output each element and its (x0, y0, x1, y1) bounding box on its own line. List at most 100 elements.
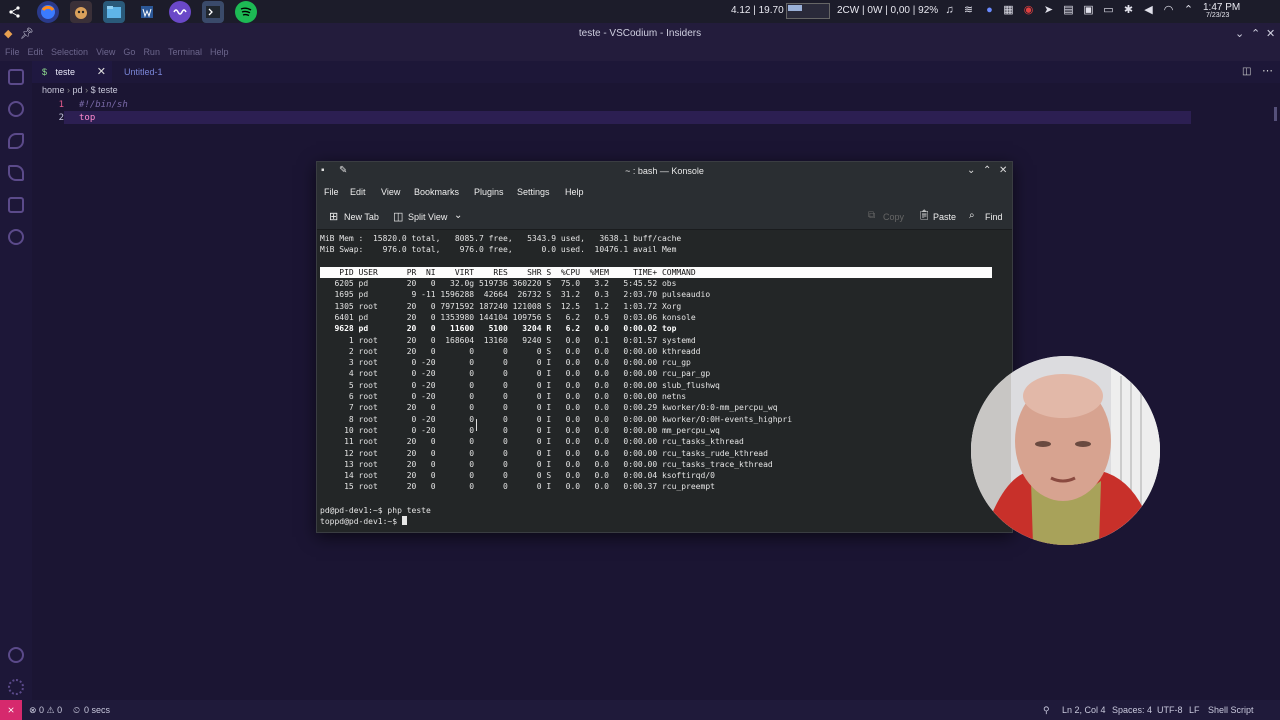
menu-help[interactable]: Help (210, 45, 229, 61)
code-line[interactable]: top (79, 113, 95, 123)
copy-button[interactable]: Copy (883, 212, 904, 222)
load-indicator: 4.12 | 19.70 (731, 5, 784, 16)
window-title: teste - VSCodium - Insiders (578, 28, 702, 39)
breadcrumb-pd[interactable]: pd (73, 85, 83, 95)
bell-icon[interactable]: ⚲ (1043, 705, 1050, 716)
close-icon[interactable]: ✕ (1266, 27, 1275, 40)
minimize-chevron-icon[interactable]: ⌄ (967, 165, 975, 176)
menu-run[interactable]: Run (143, 45, 160, 61)
settings-gear-icon[interactable] (8, 679, 24, 695)
process-row: 15 root 20 0 0 0 0 I 0.0 0.0 0:00.37 rcu… (320, 482, 715, 492)
firefox-icon[interactable] (37, 0, 59, 23)
tab-teste[interactable]: $ teste ✕ (32, 61, 112, 83)
bluetooth-icon[interactable]: ✱ (1122, 4, 1135, 17)
konsole-menu-edit[interactable]: Edit (350, 187, 366, 197)
source-control-icon[interactable] (8, 133, 24, 149)
explorer-icon[interactable] (8, 69, 24, 85)
search-icon: ⌕ (969, 210, 975, 221)
paste-button[interactable]: Paste (933, 212, 956, 222)
code-line[interactable]: #!/bin/sh (79, 100, 128, 110)
indentation[interactable]: Spaces: 4 (1112, 705, 1152, 715)
volume-icon[interactable]: ◀ (1142, 4, 1155, 17)
scrollbar[interactable] (1274, 107, 1277, 121)
line-number: 1 (58, 100, 64, 110)
clipboard-icon[interactable]: ▤ (1062, 4, 1075, 17)
paste-icon: 📋︎ (918, 210, 931, 221)
chevron-up-icon[interactable]: ⌃ (1182, 4, 1195, 17)
konsole-menu-view[interactable]: View (381, 187, 400, 197)
extensions-icon[interactable] (8, 197, 24, 213)
maximize-chevron-icon[interactable]: ⌃ (983, 165, 991, 176)
process-row: 12 root 20 0 0 0 0 I 0.0 0.0 0:00.00 rcu… (320, 448, 768, 458)
encoding[interactable]: UTF-8 (1157, 705, 1183, 715)
notification-bell-icon[interactable]: ♫ (943, 4, 956, 17)
swap-line: MiB Swap: 976.0 total, 976.0 free, 0.0 u… (320, 245, 677, 254)
split-editor-icon[interactable]: ◫ (1242, 66, 1251, 77)
audio-icon[interactable]: ≋ (962, 4, 975, 17)
process-row: 14 root 20 0 0 0 0 S 0.0 0.0 0:00.04 kso… (320, 471, 715, 481)
remote-explorer-icon[interactable] (8, 229, 24, 245)
tab-label: Untitled-1 (124, 67, 163, 77)
new-tab-button[interactable]: New Tab (344, 212, 379, 222)
process-row: 1 root 20 0 168604 13160 9240 S 0.0 0.1 … (320, 335, 696, 345)
breadcrumb-file[interactable]: $ teste (91, 85, 118, 95)
tab-label: teste (55, 67, 76, 77)
split-view-button[interactable]: Split View (408, 212, 447, 222)
menu-edit[interactable]: Edit (28, 45, 44, 61)
menu-view[interactable]: View (96, 45, 115, 61)
language-mode[interactable]: Shell Script (1208, 705, 1254, 715)
find-button[interactable]: Find (985, 212, 1003, 222)
menu-go[interactable]: Go (123, 45, 135, 61)
app-launcher-icon[interactable] (4, 1, 26, 23)
gimp-icon[interactable] (70, 0, 92, 23)
prompt-line-active[interactable]: toppd@pd-dev1:~$ (320, 516, 407, 527)
search-icon[interactable] (8, 101, 24, 117)
vscodium-titlebar: ◆ 📌︎ teste - VSCodium - Insiders ⌄ ⌃ ✕ (0, 23, 1280, 45)
konsole-window: ▪ ✎ ~ : bash — Konsole ⌄ ⌃ ✕ File Edit V… (316, 161, 1013, 533)
konsole-menu-file[interactable]: File (324, 187, 339, 197)
close-icon[interactable]: ✕ (999, 165, 1007, 176)
telegram-icon[interactable]: ➤ (1042, 4, 1055, 17)
konsole-menu-plugins[interactable]: Plugins (474, 187, 504, 197)
obs-icon[interactable]: ◉ (1022, 4, 1035, 17)
word-processor-icon[interactable] (136, 1, 158, 23)
file-manager-icon[interactable] (103, 0, 125, 23)
menu-file[interactable]: File (5, 45, 20, 61)
tab-untitled[interactable]: Untitled-1 (114, 61, 204, 83)
account-icon[interactable] (8, 647, 24, 663)
wifi-icon[interactable]: ◠ (1162, 4, 1175, 17)
person-face-icon (971, 356, 1160, 545)
konsole-menu-settings[interactable]: Settings (517, 187, 550, 197)
more-actions-icon[interactable]: ⋯ (1262, 64, 1273, 77)
process-table-header: PID USER PR NI VIRT RES SHR S %CPU %MEM … (320, 267, 992, 278)
terminal-icon[interactable] (202, 0, 224, 23)
chevron-down-icon[interactable]: ⌄ (454, 210, 462, 221)
process-row: 3 root 0 -20 0 0 0 I 0.0 0.0 0:00.00 rcu… (320, 358, 691, 368)
files-icon[interactable]: ▣ (1082, 4, 1095, 17)
remote-indicator-icon[interactable]: ⨯ (0, 700, 22, 720)
line-ending[interactable]: LF (1189, 705, 1200, 715)
cursor-position[interactable]: Ln 2, Col 4 (1062, 705, 1106, 715)
konsole-menu-bookmarks[interactable]: Bookmarks (414, 187, 459, 197)
keyboard-icon[interactable]: ▦ (1002, 4, 1015, 17)
menu-selection[interactable]: Selection (51, 45, 88, 61)
terminal-output[interactable]: MiB Mem : 15820.0 total, 8085.7 free, 53… (317, 231, 1012, 532)
run-debug-icon[interactable] (8, 165, 24, 181)
konsole-menu-help[interactable]: Help (565, 187, 584, 197)
minimize-chevron-icon[interactable]: ⌄ (1235, 27, 1244, 40)
close-tab-icon[interactable]: ✕ (97, 61, 106, 83)
tidal-icon[interactable] (169, 0, 191, 23)
split-view-icon: ◫ (393, 211, 404, 223)
clock-date: 7/23/23 (1206, 12, 1230, 19)
breadcrumb-home[interactable]: home (42, 85, 65, 95)
copy-icon: ⧉ (868, 210, 876, 221)
konsole-titlebar[interactable]: ▪ ✎ ~ : bash — Konsole ⌄ ⌃ ✕ (317, 162, 1012, 181)
microphone-icon[interactable]: ● (983, 4, 996, 17)
timer-status[interactable]: 0 secs (84, 705, 110, 715)
problems-status[interactable]: ⊗ 0 ⚠ 0 (29, 705, 62, 716)
maximize-chevron-icon[interactable]: ⌃ (1251, 27, 1260, 40)
spotify-icon[interactable] (235, 0, 257, 23)
process-row: 4 root 0 -20 0 0 0 I 0.0 0.0 0:00.00 rcu… (320, 369, 711, 379)
menu-terminal[interactable]: Terminal (168, 45, 202, 61)
battery-icon[interactable]: ▭ (1102, 4, 1115, 17)
